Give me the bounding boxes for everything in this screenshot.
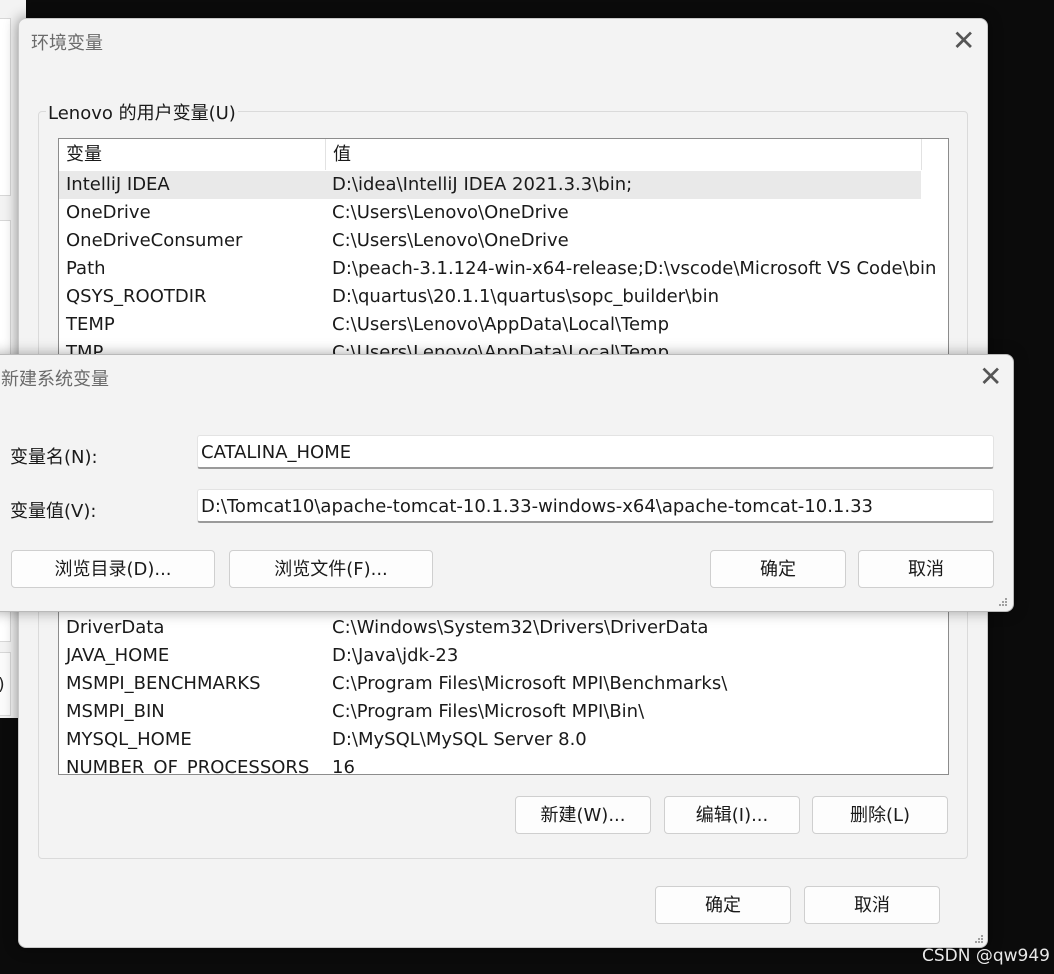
table-row[interactable]: DriverData C:\Windows\System32\Drivers\D…: [59, 614, 921, 642]
cancel-button[interactable]: 取消: [804, 886, 940, 924]
delete-system-variable-button[interactable]: 删除(L): [812, 796, 948, 834]
variable-name-input[interactable]: CATALINA_HOME: [197, 435, 994, 469]
variable-name: NUMBER_OF_PROCESSORS: [66, 757, 310, 775]
resize-grip-icon[interactable]: [975, 935, 985, 945]
background-partial-text: ): [0, 675, 5, 695]
variable-value: C:\Users\Lenovo\OneDrive: [332, 202, 569, 223]
dialog-title: 新建系统变量: [1, 369, 109, 390]
variable-value: 16: [332, 757, 355, 775]
background-panel: [0, 18, 11, 196]
variable-value: C:\Program Files\Microsoft MPI\Benchmark…: [332, 673, 728, 694]
variable-name: IntelliJ IDEA: [66, 174, 170, 195]
resize-grip-icon[interactable]: [999, 598, 1009, 608]
variable-value: C:\Users\Lenovo\OneDrive: [332, 230, 569, 251]
variable-value: D:\Java\jdk-23: [332, 645, 459, 666]
variable-value: C:\Program Files\Microsoft MPI\Bin\: [332, 701, 645, 722]
variable-value: C:\Users\Lenovo\AppData\Local\Temp: [332, 314, 669, 335]
table-row[interactable]: OneDriveConsumer C:\Users\Lenovo\OneDriv…: [59, 227, 921, 255]
edit-system-variable-button[interactable]: 编辑(I)...: [664, 796, 800, 834]
close-icon[interactable]: ✕: [979, 363, 1002, 391]
table-row[interactable]: IntelliJ IDEA D:\idea\IntelliJ IDEA 2021…: [59, 171, 921, 199]
browse-file-button[interactable]: 浏览文件(F)...: [229, 550, 433, 588]
table-row[interactable]: QSYS_ROOTDIR D:\quartus\20.1.1\quartus\s…: [59, 283, 921, 311]
table-row[interactable]: MYSQL_HOME D:\MySQL\MySQL Server 8.0: [59, 726, 921, 754]
variable-name: QSYS_ROOTDIR: [66, 286, 207, 307]
watermark: CSDN @qw949: [921, 946, 1050, 966]
variable-value-label: 变量值(V):: [10, 501, 97, 522]
variable-name: Path: [66, 258, 106, 279]
dialog-title: 环境变量: [31, 33, 103, 54]
variable-name: MSMPI_BENCHMARKS: [66, 673, 261, 694]
variable-name: OneDriveConsumer: [66, 230, 243, 251]
new-system-variable-button[interactable]: 新建(W)...: [515, 796, 651, 834]
variable-name: DriverData: [66, 617, 165, 638]
column-header-value[interactable]: 值: [326, 139, 922, 170]
variable-value-input[interactable]: D:\Tomcat10\apache-tomcat-10.1.33-window…: [197, 489, 994, 523]
user-variables-label: Lenovo 的用户变量(U): [46, 99, 238, 125]
table-row[interactable]: MSMPI_BIN C:\Program Files\Microsoft MPI…: [59, 698, 921, 726]
table-row[interactable]: OneDrive C:\Users\Lenovo\OneDrive: [59, 199, 921, 227]
cancel-button[interactable]: 取消: [858, 550, 994, 588]
table-row[interactable]: MSMPI_BENCHMARKS C:\Program Files\Micros…: [59, 670, 921, 698]
table-row[interactable]: NUMBER_OF_PROCESSORS 16: [59, 754, 921, 775]
user-variables-list[interactable]: 变量 值 IntelliJ IDEA D:\idea\IntelliJ IDEA…: [58, 138, 949, 380]
ok-button[interactable]: 确定: [655, 886, 791, 924]
table-row[interactable]: JAVA_HOME D:\Java\jdk-23: [59, 642, 921, 670]
new-system-variable-dialog: 新建系统变量 ✕ 变量名(N): CATALINA_HOME 变量值(V): D…: [0, 354, 1014, 612]
variable-name: MSMPI_BIN: [66, 701, 165, 722]
variable-name: TEMP: [66, 314, 115, 335]
table-row[interactable]: TEMP C:\Users\Lenovo\AppData\Local\Temp: [59, 311, 921, 339]
variable-value: C:\Windows\System32\Drivers\DriverData: [332, 617, 709, 638]
ok-button[interactable]: 确定: [710, 550, 846, 588]
variable-name: OneDrive: [66, 202, 151, 223]
variable-value: D:\idea\IntelliJ IDEA 2021.3.3\bin;: [332, 174, 633, 195]
scrollbar[interactable]: [922, 600, 948, 774]
column-header-name[interactable]: 变量: [59, 139, 326, 170]
variable-value: D:\peach-3.1.124-win-x64-release;D:\vsco…: [332, 258, 937, 279]
variable-value: D:\quartus\20.1.1\quartus\sopc_builder\b…: [332, 286, 719, 307]
table-row[interactable]: Path D:\peach-3.1.124-win-x64-release;D:…: [59, 255, 936, 283]
browse-directory-button[interactable]: 浏览目录(D)...: [11, 550, 215, 588]
variable-value: D:\MySQL\MySQL Server 8.0: [332, 729, 587, 750]
variable-name: JAVA_HOME: [66, 645, 170, 666]
variable-name-label: 变量名(N):: [10, 447, 98, 468]
variable-name: MYSQL_HOME: [66, 729, 192, 750]
system-variables-list[interactable]: DriverData C:\Windows\System32\Drivers\D…: [58, 599, 949, 775]
close-icon[interactable]: ✕: [952, 27, 975, 55]
